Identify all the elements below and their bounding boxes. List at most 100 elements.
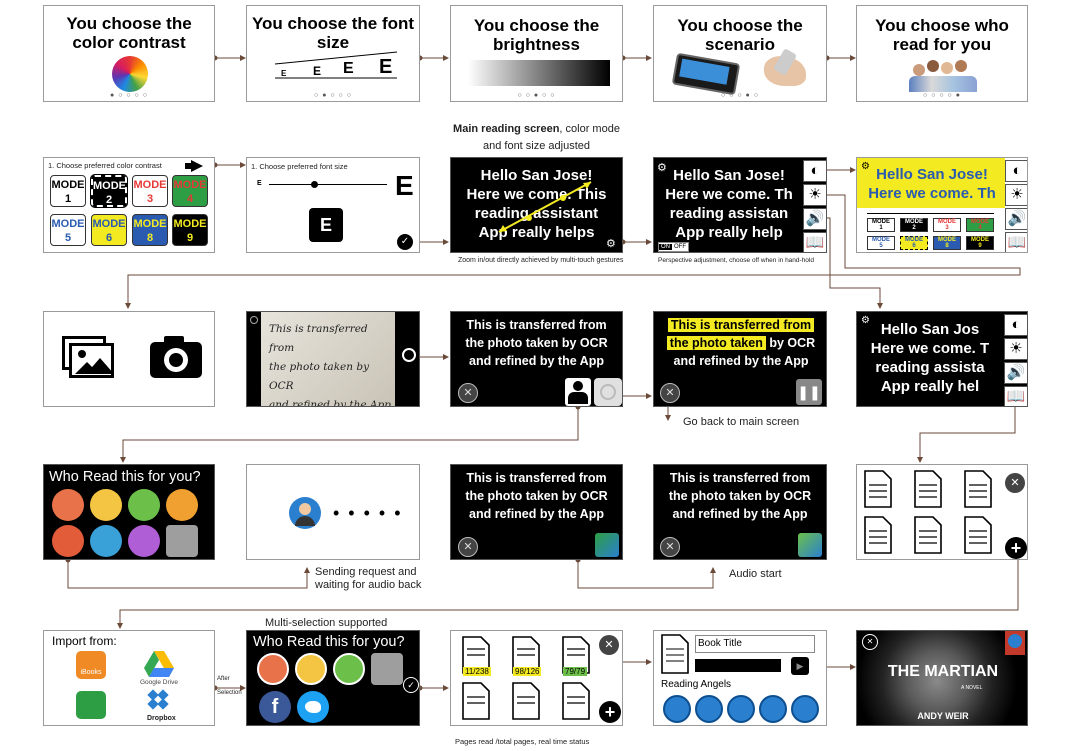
onboarding-brightness-screen: You choose the brightness ○ ○ ● ○ ○ (450, 5, 623, 102)
speaker-icon[interactable]: 🔊 (1004, 362, 1027, 384)
mode-9-button[interactable]: MODE 9 (172, 214, 208, 246)
mode-1-button[interactable]: MODE 1 (50, 175, 86, 207)
reader-avatar[interactable] (90, 489, 122, 521)
reading-text: Hello San Jose! Here we come. Th reading a… (665, 167, 793, 241)
ocr-text: This is transferred from the photo taken … (668, 471, 812, 521)
mode-8-button[interactable]: MODE 8 (132, 214, 168, 246)
book-cover-screen: ✕ THE MARTIAN A NOVEL ANDY WEIR (856, 630, 1028, 726)
close-icon[interactable]: ✕ (458, 383, 478, 403)
add-icon[interactable]: + (599, 701, 621, 723)
google-drive-icon[interactable] (144, 651, 174, 677)
contrast-icon[interactable]: ◐ (1004, 314, 1027, 336)
mini-mode-8[interactable]: MODE 8 (933, 236, 961, 250)
audio-progress-bar[interactable] (695, 659, 781, 672)
reader-avatar[interactable] (90, 525, 122, 557)
audio-avatar-icon[interactable] (595, 533, 619, 557)
google-drive-label: Google Drive (140, 679, 178, 686)
mini-mode-5[interactable]: MODE 5 (867, 236, 895, 250)
close-icon[interactable]: ✕ (660, 383, 680, 403)
play-icon[interactable] (594, 378, 622, 406)
add-icon[interactable]: + (1005, 537, 1027, 559)
close-icon[interactable]: ✕ (660, 537, 680, 557)
book-icon[interactable]: 📖 (1005, 232, 1027, 252)
reader-avatar-icon[interactable] (565, 378, 591, 406)
angel-avatar[interactable] (695, 695, 723, 723)
ibooks-icon[interactable]: iBooks (76, 651, 106, 679)
angel-avatar[interactable] (663, 695, 691, 723)
mini-slider[interactable] (867, 213, 994, 214)
book-icon[interactable]: 📖 (803, 232, 826, 252)
dropbox-icon[interactable] (147, 689, 169, 711)
font-letter-3: E (343, 60, 354, 77)
angel-avatar[interactable] (727, 695, 755, 723)
mode-4-button[interactable]: MODE 4 (172, 175, 208, 207)
main-reading-screen: Hello San Jose! Here we come. This reading… (450, 157, 623, 253)
audio-start-caption: Audio start (729, 568, 782, 580)
flash-icon[interactable] (250, 316, 258, 324)
brightness-icon[interactable]: ☀ (1005, 184, 1027, 206)
camera-capture-screen: This is transferred from the photo taken … (246, 311, 420, 407)
font-size-settings-screen: 1. Choose preferred font size E E E ✓ (246, 157, 420, 253)
shutter-button[interactable] (402, 348, 416, 362)
reader-avatar[interactable] (128, 489, 160, 521)
close-icon[interactable]: ✕ (1005, 473, 1025, 493)
pause-icon[interactable]: ❚❚ (796, 379, 822, 405)
reader-avatar[interactable] (52, 525, 84, 557)
brightness-icon[interactable]: ☀ (803, 184, 826, 206)
speaker-icon[interactable]: 🔊 (803, 208, 826, 230)
audio-waiting-screen: This is transferred from the photo taken … (450, 464, 623, 560)
screen-title: You choose the brightness (473, 16, 600, 54)
angel-avatar[interactable] (791, 695, 819, 723)
mini-mode-9[interactable]: MODE 9 (966, 236, 994, 250)
reader-avatar[interactable] (52, 489, 84, 521)
twitter-icon[interactable] (297, 691, 329, 723)
book-title-field[interactable]: Book Title (695, 635, 815, 653)
mode-6-button[interactable]: MODE 6 (91, 214, 127, 246)
close-icon[interactable]: ✕ (458, 537, 478, 557)
close-icon[interactable]: ✕ (599, 635, 619, 655)
mini-mode-4[interactable]: MODE 4 (966, 218, 994, 232)
facebook-icon[interactable]: f (259, 691, 291, 723)
evernote-icon[interactable] (76, 691, 106, 719)
mode-3-button[interactable]: MODE 3 (132, 175, 168, 207)
perspective-toggle[interactable]: ON OFF (658, 242, 689, 252)
contrast-icon[interactable]: ◐ (1005, 160, 1027, 182)
who-read-title: Who Read this for you? (49, 469, 201, 485)
mini-mode-2[interactable]: MODE 2 (900, 218, 928, 232)
reader-avatar-selected[interactable] (257, 653, 289, 685)
contact-placeholder-icon[interactable] (166, 525, 198, 557)
speaker-icon[interactable]: 🔊 (1005, 208, 1027, 230)
gallery-icon[interactable] (62, 336, 114, 378)
sending-request-screen: • • • • • (246, 464, 420, 560)
reader-avatar-selected[interactable] (333, 653, 365, 685)
multi-selection-caption: Multi-selection supported (265, 617, 388, 629)
contrast-label: 1. Choose preferred color contrast (48, 161, 162, 170)
reader-avatar[interactable] (166, 489, 198, 521)
reader-avatar-selected[interactable] (295, 653, 327, 685)
bookmark-avatar-icon[interactable] (1005, 631, 1025, 655)
brightness-icon[interactable]: ☀ (1004, 338, 1027, 360)
angel-avatar[interactable] (759, 695, 787, 723)
mini-mode-3[interactable]: MODE 3 (933, 218, 961, 232)
confirm-check-icon[interactable]: ✓ (403, 677, 419, 693)
play-icon[interactable]: ▶ (791, 657, 809, 675)
book-icon[interactable]: 📖 (1004, 386, 1027, 406)
reader-avatar[interactable] (128, 525, 160, 557)
font-size-slider[interactable] (269, 184, 387, 185)
contact-placeholder-icon[interactable] (371, 653, 403, 685)
mode-2-button[interactable]: MODE 2 (90, 174, 128, 208)
settings-gear-icon[interactable]: ⚙ (606, 238, 619, 251)
audio-avatar-icon[interactable] (798, 533, 822, 557)
mode-5-button[interactable]: MODE 5 (50, 214, 86, 246)
mini-mode-6[interactable]: MODE 6 (900, 236, 928, 250)
font-letter-1: E (281, 69, 287, 78)
mini-mode-1[interactable]: MODE 1 (867, 218, 895, 232)
document-icons (864, 470, 992, 554)
slider-thumb[interactable] (311, 181, 318, 188)
perspective-screen: ⚙ Hello San Jose! Here we come. Th reading… (653, 157, 827, 253)
contrast-icon[interactable]: ◐ (803, 160, 826, 182)
reader-avatar (289, 497, 321, 529)
camera-icon[interactable] (150, 336, 202, 378)
close-icon[interactable]: ✕ (862, 634, 878, 650)
confirm-check-icon[interactable]: ✓ (397, 234, 413, 250)
